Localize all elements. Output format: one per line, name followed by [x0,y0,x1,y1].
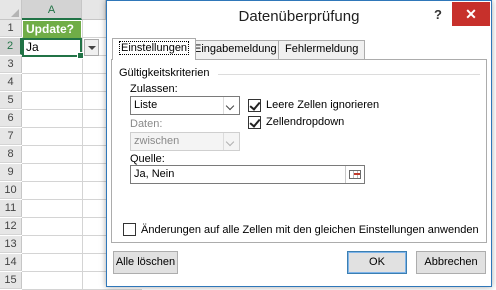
row-header[interactable]: 10 [0,182,22,199]
column-header-b[interactable] [82,0,106,20]
data-dropdown: zwischen [130,132,240,151]
data-label: Daten: [130,118,163,130]
help-button[interactable]: ? [430,6,446,24]
select-all-corner[interactable] [0,0,22,20]
row-header[interactable]: 3 [0,56,22,73]
validation-criteria-label: Gültigkeitskriterien [119,67,210,79]
row-header[interactable]: 6 [0,110,22,127]
row-header[interactable]: 14 [0,254,22,271]
data-value: zwischen [134,135,180,147]
cell-a2[interactable]: Ja [22,38,84,59]
clear-all-button[interactable]: Alle löschen [113,251,178,274]
cell-a1[interactable]: Update? [23,21,81,38]
allow-label: Zulassen: [130,83,178,95]
row-header[interactable]: 15 [0,272,22,289]
ignore-blank-label: Leere Zellen ignorieren [266,99,380,111]
range-select-button[interactable] [345,166,364,183]
in-cell-dropdown-checkbox[interactable] [248,116,261,129]
row-header[interactable]: 11 [0,200,22,217]
row-header[interactable]: 9 [0,164,22,181]
apply-all-label: Änderungen auf alle Zellen mit den gleic… [141,224,479,236]
grid-line [82,20,83,289]
tab-input-message[interactable]: Eingabemeldung [187,40,284,59]
tab-settings-label: Einstellungen [119,41,190,55]
allow-value: Liste [134,99,158,111]
row-header[interactable]: 12 [0,218,22,235]
allow-dropdown[interactable]: Liste [130,96,240,115]
dialog-titlebar[interactable]: Datenüberprüfung ? ✕ [107,1,491,35]
apply-all-checkbox[interactable] [123,223,136,236]
cell-dropdown-button[interactable] [84,39,99,56]
chevron-down-icon [223,133,239,150]
row-header[interactable]: 4 [0,74,22,91]
column-header-a[interactable]: A [22,0,82,20]
settings-panel: Gültigkeitskriterien Zulassen: Liste Lee… [111,59,487,243]
in-cell-dropdown-label: Zellendropdown [266,116,345,128]
row-header[interactable]: 5 [0,92,22,109]
data-validation-dialog: Datenüberprüfung ? ✕ Einstellungen Einga… [106,0,492,287]
source-input[interactable]: Ja, Nein [130,165,365,184]
source-label: Quelle: [130,153,165,165]
row-header[interactable]: 7 [0,128,22,145]
ok-button[interactable]: OK [347,251,407,274]
row-header[interactable]: 2 [0,38,22,55]
close-button[interactable]: ✕ [452,2,490,26]
chevron-down-icon [223,97,239,114]
tab-error-alert[interactable]: Fehlermeldung [278,40,366,59]
row-header[interactable]: 13 [0,236,22,253]
row-header[interactable]: 1 [0,20,22,37]
tab-settings[interactable]: Einstellungen [112,38,197,60]
cancel-button[interactable]: Abbrechen [416,251,486,274]
ignore-blank-checkbox[interactable] [248,99,261,112]
row-header[interactable]: 8 [0,146,22,163]
source-value: Ja, Nein [134,168,175,180]
group-divider [218,74,480,75]
range-select-icon [349,170,361,179]
